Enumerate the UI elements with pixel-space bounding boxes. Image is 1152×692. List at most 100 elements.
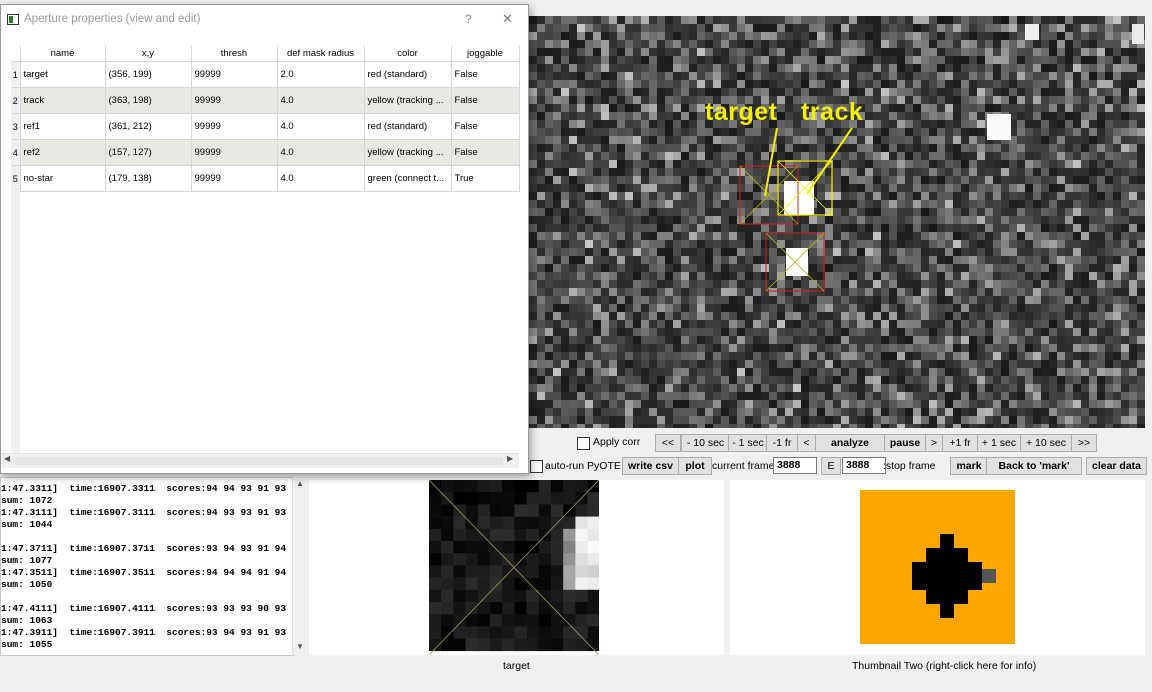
- corner-cell[interactable]: [11, 45, 21, 62]
- row-number[interactable]: 1: [11, 61, 21, 88]
- cell-name[interactable]: ref1: [20, 113, 106, 140]
- scroll-right-arrow-icon[interactable]: ▶: [507, 454, 513, 463]
- cell-xy[interactable]: (361, 212): [105, 113, 192, 140]
- column-header-mask-radius[interactable]: def mask radius: [277, 45, 365, 62]
- cell-radius[interactable]: 2.0: [277, 61, 365, 88]
- cell-color[interactable]: red (standard): [364, 61, 452, 88]
- log-line: sum: 1050: [1, 579, 53, 590]
- frame-image: [529, 16, 1145, 428]
- plus-10-sec-button[interactable]: + 10 sec: [1020, 434, 1072, 452]
- cell-color[interactable]: yellow (tracking ...: [364, 139, 452, 166]
- cell-name[interactable]: ref2: [20, 139, 106, 166]
- cell-joggable[interactable]: False: [451, 113, 520, 140]
- log-output[interactable]: 1:47.3311] time:16907.3311 scores:94 94 …: [0, 477, 294, 656]
- cell-radius[interactable]: 4.0: [277, 139, 365, 166]
- row-header-strip: [11, 189, 20, 454]
- log-line: 1:47.3511] time:16907.3511 scores:94 94 …: [1, 567, 287, 578]
- thumbnail-one-panel[interactable]: [309, 480, 724, 655]
- cell-xy[interactable]: (356, 199): [105, 61, 192, 88]
- cell-color[interactable]: red (standard): [364, 113, 452, 140]
- write-csv-button[interactable]: write csv: [622, 457, 679, 475]
- table-horizontal-scrollbar[interactable]: ◀ ▶: [1, 453, 519, 468]
- apply-corr-checkbox[interactable]: [577, 437, 590, 450]
- scrollbar-track[interactable]: [15, 457, 503, 465]
- thumbnail-one-image: [429, 480, 599, 655]
- scroll-down-arrow-icon[interactable]: ▼: [296, 642, 304, 651]
- thumbnail-two-panel[interactable]: [730, 480, 1145, 655]
- row-number[interactable]: 3: [11, 113, 21, 140]
- cell-name[interactable]: target: [20, 61, 106, 88]
- log-line: 1:47.3311] time:16907.3311 scores:94 94 …: [1, 483, 287, 494]
- target-annotation: target: [705, 98, 778, 126]
- pause-button[interactable]: pause: [884, 434, 926, 452]
- cell-joggable[interactable]: True: [451, 165, 520, 192]
- cell-joggable[interactable]: False: [451, 87, 520, 114]
- table-row[interactable]: 3 ref1 (361, 212) 99999 4.0 red (standar…: [11, 113, 520, 140]
- column-header-name[interactable]: name: [20, 45, 106, 62]
- stop-frame-input[interactable]: 3888: [842, 457, 886, 474]
- cell-joggable[interactable]: False: [451, 139, 520, 166]
- plot-button[interactable]: plot: [678, 457, 712, 475]
- auto-run-pyote-checkbox[interactable]: [530, 460, 543, 473]
- stop-frame-label: :stop frame: [883, 460, 936, 472]
- log-line: sum: 1044: [1, 519, 53, 530]
- cell-xy[interactable]: (157, 127): [105, 139, 192, 166]
- step-forward-button[interactable]: >: [925, 434, 943, 452]
- cell-thresh[interactable]: 99999: [191, 165, 278, 192]
- plus-1-frame-button[interactable]: +1 fr: [942, 434, 978, 452]
- mark-button[interactable]: mark: [950, 457, 988, 475]
- e-button[interactable]: E: [821, 457, 841, 475]
- log-scrollbar[interactable]: ▲ ▼: [292, 477, 308, 654]
- app-icon: [7, 14, 19, 25]
- cell-thresh[interactable]: 99999: [191, 87, 278, 114]
- step-back-button[interactable]: <: [797, 434, 816, 452]
- help-icon[interactable]: ?: [465, 12, 472, 26]
- cell-radius[interactable]: 4.0: [277, 113, 365, 140]
- cell-name[interactable]: no-star: [20, 165, 106, 192]
- column-header-xy[interactable]: x,y: [105, 45, 192, 62]
- cell-thresh[interactable]: 99999: [191, 113, 278, 140]
- cell-color[interactable]: yellow (tracking ...: [364, 87, 452, 114]
- row-number[interactable]: 5: [11, 165, 21, 192]
- aperture-table[interactable]: name x,y thresh def mask radius color jo…: [11, 45, 520, 192]
- log-line: sum: 1063: [1, 615, 53, 626]
- cell-radius[interactable]: 4.0: [277, 87, 365, 114]
- cell-joggable[interactable]: False: [451, 61, 520, 88]
- column-header-thresh[interactable]: thresh: [191, 45, 278, 62]
- table-row[interactable]: 2 track (363, 198) 99999 4.0 yellow (tra…: [11, 87, 520, 114]
- row-number[interactable]: 2: [11, 87, 21, 114]
- close-icon[interactable]: ✕: [502, 11, 513, 27]
- cell-color[interactable]: green (connect t...: [364, 165, 452, 192]
- row-number[interactable]: 4: [11, 139, 21, 166]
- cell-thresh[interactable]: 99999: [191, 61, 278, 88]
- thumbnail-two-label: Thumbnail Two (right-click here for info…: [852, 660, 1037, 672]
- scroll-left-arrow-icon[interactable]: ◀: [4, 454, 10, 463]
- cell-name[interactable]: track: [20, 87, 106, 114]
- scroll-up-arrow-icon[interactable]: ▲: [296, 479, 304, 488]
- minus-10-sec-button[interactable]: - 10 sec: [681, 434, 730, 452]
- rewind-button[interactable]: <<: [655, 434, 681, 452]
- cell-thresh[interactable]: 99999: [191, 139, 278, 166]
- analyze-button[interactable]: analyze: [815, 434, 885, 452]
- dialog-titlebar[interactable]: Aperture properties (view and edit) ? ✕: [1, 5, 528, 35]
- clear-data-button[interactable]: clear data: [1086, 457, 1147, 475]
- table-row[interactable]: 4 ref2 (157, 127) 99999 4.0 yellow (trac…: [11, 139, 520, 166]
- video-frame[interactable]: target track: [529, 16, 1145, 428]
- minus-1-sec-button[interactable]: - 1 sec: [728, 434, 768, 452]
- log-line: 1:47.4111] time:16907.4111 scores:93 93 …: [1, 603, 287, 614]
- table-row[interactable]: 5 no-star (179, 138) 99999 4.0 green (co…: [11, 165, 520, 192]
- cell-xy[interactable]: (179, 138): [105, 165, 192, 192]
- plus-1-sec-button[interactable]: + 1 sec: [977, 434, 1021, 452]
- auto-run-pyote-label: auto-run PyOTE: [545, 460, 621, 472]
- back-to-mark-button[interactable]: Back to 'mark': [986, 457, 1082, 475]
- log-line: sum: 1055: [1, 639, 53, 650]
- column-header-joggable[interactable]: joggable: [451, 45, 520, 62]
- cell-radius[interactable]: 4.0: [277, 165, 365, 192]
- current-frame-input[interactable]: 3888: [773, 457, 817, 474]
- aperture-properties-dialog[interactable]: Aperture properties (view and edit) ? ✕ …: [0, 4, 529, 474]
- fast-forward-button[interactable]: >>: [1071, 434, 1097, 452]
- minus-1-frame-button[interactable]: -1 fr: [766, 434, 798, 452]
- table-row[interactable]: 1 target (356, 199) 99999 2.0 red (stand…: [11, 61, 520, 88]
- column-header-color[interactable]: color: [364, 45, 452, 62]
- cell-xy[interactable]: (363, 198): [105, 87, 192, 114]
